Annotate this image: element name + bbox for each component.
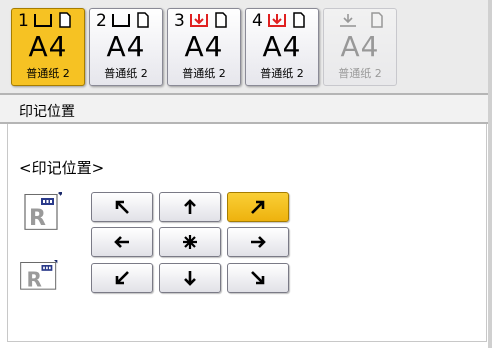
tray-2-button[interactable]: 2 A4 普通纸 2 — [89, 8, 163, 86]
section-title: 印记位置 — [19, 104, 75, 120]
center-icon — [183, 235, 197, 249]
arrow-down-right-icon — [251, 271, 265, 285]
paper-type: 普通纸 2 — [104, 67, 148, 80]
tray-empty-icon — [268, 14, 286, 27]
position-bottom-left-button[interactable] — [91, 263, 153, 293]
position-bottom-right-button[interactable] — [227, 263, 289, 293]
position-top-right-button[interactable] — [227, 192, 289, 222]
svg-text:R: R — [29, 206, 46, 230]
portrait-paper-icon — [137, 12, 149, 28]
bypass-tray-icon — [340, 14, 356, 27]
section-header: 印记位置 — [0, 93, 492, 124]
bypass-tray-button[interactable]: A4 普通纸 2 — [323, 8, 397, 86]
portrait-original-icon: R — [24, 192, 62, 230]
paper-type: 普通纸 2 — [26, 67, 70, 80]
portrait-paper-icon — [293, 12, 305, 28]
paper-type: 普通纸 2 — [338, 67, 382, 80]
arrow-right-icon — [251, 236, 266, 248]
tray-4-button[interactable]: 4 A4 普通纸 2 — [245, 8, 319, 86]
tray-number: 2 — [96, 11, 107, 31]
stamp-position-label: <印记位置> — [19, 159, 105, 177]
tray-number: 3 — [174, 11, 185, 31]
portrait-paper-icon — [215, 12, 227, 28]
landscape-original-icon: R — [20, 260, 58, 292]
paper-size: A4 — [184, 30, 224, 63]
paper-type: 普通纸 2 — [260, 67, 304, 80]
paper-type: 普通纸 2 — [182, 67, 226, 80]
arrow-left-icon — [114, 236, 129, 248]
tray-icon — [34, 14, 52, 27]
tray-number: 4 — [252, 11, 263, 31]
svg-text:R: R — [27, 268, 42, 292]
position-center-button[interactable] — [159, 227, 221, 257]
tray-number: 1 — [18, 11, 29, 31]
paper-tray-bar: 1 A4 普通纸 2 2 A4 普通纸 2 3 A4 普通纸 2 4 A4 普通… — [0, 0, 492, 93]
position-bottom-center-button[interactable] — [159, 263, 221, 293]
paper-size: A4 — [262, 30, 302, 63]
position-top-left-button[interactable] — [91, 192, 153, 222]
tray-1-button[interactable]: 1 A4 普通纸 2 — [11, 8, 85, 86]
paper-size: A4 — [340, 30, 380, 63]
tray-icon — [112, 14, 130, 27]
arrow-up-right-icon — [251, 200, 265, 214]
paper-size: A4 — [28, 30, 68, 63]
portrait-paper-icon — [371, 12, 383, 28]
arrow-up-icon — [184, 199, 196, 214]
position-top-center-button[interactable] — [159, 192, 221, 222]
arrow-down-icon — [184, 271, 196, 286]
tray-3-button[interactable]: 3 A4 普通纸 2 — [167, 8, 241, 86]
position-center-right-button[interactable] — [227, 227, 289, 257]
screen-edge — [488, 0, 492, 348]
paper-size: A4 — [106, 30, 146, 63]
arrow-up-left-icon — [115, 200, 129, 214]
tray-empty-icon — [190, 14, 208, 27]
position-center-left-button[interactable] — [91, 227, 153, 257]
arrow-down-left-icon — [115, 271, 129, 285]
portrait-paper-icon — [59, 12, 71, 28]
